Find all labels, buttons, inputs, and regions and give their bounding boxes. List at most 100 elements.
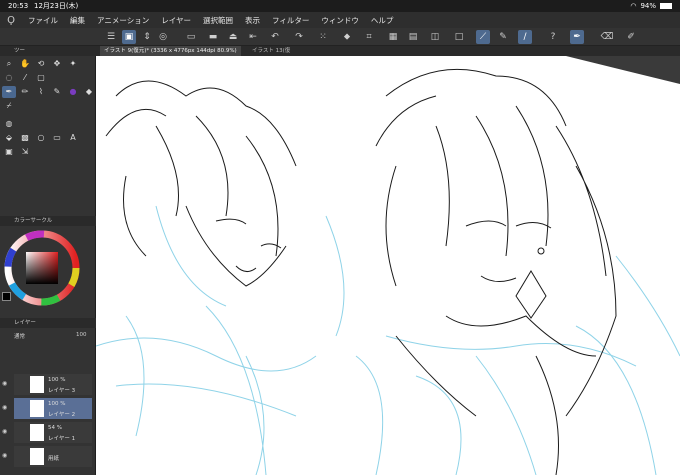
pen-icon[interactable]: ∕: [518, 30, 532, 44]
pen-tool-selected-icon[interactable]: ✒: [2, 86, 16, 98]
main-color-swatch[interactable]: [2, 292, 11, 301]
fill-tool-icon[interactable]: ⬙: [2, 132, 16, 144]
menu-bar: Ϙ ファイル 編集 アニメーション レイヤー 選択範囲 表示 フィルター ウィン…: [0, 12, 680, 28]
tab-other[interactable]: イラスト 13(復: [248, 46, 294, 56]
tab-active[interactable]: イラスト 9(復元)* (3336 x 4776px 144dpi 80.9%): [100, 46, 241, 56]
menu-help[interactable]: ヘルプ: [365, 15, 400, 26]
layer-row-2[interactable]: 100 % レイヤー 2: [14, 398, 92, 419]
wand-icon[interactable]: ⁄: [18, 72, 32, 84]
menu-layer[interactable]: レイヤー: [155, 15, 197, 26]
tool-row-2: ◌ ⁄ ▢: [2, 72, 48, 84]
layer-opacity-text: 100 %: [48, 377, 66, 383]
color-header-label: カラーサークル: [14, 218, 53, 224]
layer-opacity-text: 100 %: [48, 401, 66, 407]
lasso-icon[interactable]: ◌: [2, 72, 16, 84]
eye-icon[interactable]: ◉: [2, 452, 12, 459]
menu-selection[interactable]: 選択範囲: [197, 15, 239, 26]
layer-row-1[interactable]: 54 % レイヤー 1: [14, 422, 92, 443]
select-icon[interactable]: ▢: [34, 72, 48, 84]
save-icon[interactable]: ⏏: [226, 30, 240, 44]
quill-icon[interactable]: ✐: [624, 30, 638, 44]
clock: 20:53: [8, 2, 29, 10]
menu-view[interactable]: 表示: [239, 15, 266, 26]
crop-icon[interactable]: ⌗: [362, 30, 376, 44]
layer-thumb: [30, 424, 44, 441]
layer-header-label: レイヤー: [14, 320, 36, 326]
undo-icon[interactable]: ↶: [268, 30, 282, 44]
status-right: ◠ 94%: [630, 0, 672, 12]
color-dot-icon[interactable]: ●: [66, 86, 80, 98]
help-icon[interactable]: ?: [546, 30, 560, 44]
menu-filter[interactable]: フィルター: [266, 15, 315, 26]
move-icon[interactable]: ✥: [50, 58, 64, 70]
target-icon[interactable]: ◎: [156, 30, 170, 44]
fill-icon[interactable]: ⬥: [340, 30, 354, 44]
grid-icon[interactable]: ▤: [406, 30, 420, 44]
deselect-icon[interactable]: ⁙: [316, 30, 330, 44]
brush-tool-icon[interactable]: ⌇: [34, 86, 48, 98]
status-bar: 20:53 12月23日(木) ◠ 94%: [0, 0, 680, 12]
battery-text: 94%: [640, 2, 656, 10]
layer-row-paper[interactable]: 用紙: [14, 446, 92, 467]
color-panel-header: カラーサークル: [0, 216, 96, 226]
layer-row-3[interactable]: 100 % レイヤー 3: [14, 374, 92, 395]
canvas-paper: [96, 56, 680, 475]
airbrush-icon[interactable]: ✎: [50, 86, 64, 98]
redo-icon[interactable]: ↷: [292, 30, 306, 44]
hand-icon[interactable]: ✋: [18, 58, 32, 70]
chevron-updown-icon[interactable]: ⇕: [140, 30, 154, 44]
object-icon[interactable]: ⇲: [18, 146, 32, 158]
tool-label: ツー: [14, 48, 26, 54]
new-file-icon[interactable]: ▭: [184, 30, 198, 44]
export-icon[interactable]: ⇤: [246, 30, 260, 44]
menu-edit[interactable]: 編集: [64, 15, 91, 26]
layer-opacity[interactable]: 100: [76, 332, 87, 338]
blend-icon[interactable]: ◍: [2, 118, 16, 130]
date: 12月23日(木): [34, 2, 79, 10]
eyedropper-icon[interactable]: ⌿: [2, 100, 16, 112]
eye-icon[interactable]: ◉: [2, 404, 12, 411]
hamburger-icon[interactable]: ☰: [104, 30, 118, 44]
zoom-icon[interactable]: ⌕: [2, 58, 16, 70]
pen-tool-icon[interactable]: ✒: [570, 30, 584, 44]
tone-icon[interactable]: ▦: [386, 30, 400, 44]
layer-name: レイヤー 3: [48, 388, 76, 394]
open-folder-icon[interactable]: ▬: [206, 30, 220, 44]
eye-icon[interactable]: ◉: [2, 380, 12, 387]
drawing-canvas[interactable]: [96, 56, 680, 475]
circle-icon[interactable]: ○: [34, 132, 48, 144]
gradient-icon[interactable]: ▩: [18, 132, 32, 144]
frame-icon[interactable]: ▭: [50, 132, 64, 144]
layer-thumb: [30, 448, 44, 465]
eye-icon[interactable]: ◉: [2, 428, 12, 435]
eraser-tool-icon[interactable]: ◆: [82, 86, 96, 98]
stabilizer-icon[interactable]: ⟋: [476, 30, 490, 44]
ruler-icon[interactable]: ◫: [428, 30, 442, 44]
color-wheel[interactable]: [4, 230, 82, 308]
tool-row-7: ▣ ⇲: [2, 146, 32, 158]
tool-row-4: ⌿: [2, 100, 16, 112]
square-icon[interactable]: □: [452, 30, 466, 44]
sparkle-icon[interactable]: ✦: [66, 58, 80, 70]
tab-strip: イラスト 9(復元)* (3336 x 4776px 144dpi 80.9%)…: [96, 46, 680, 56]
canvas-icon[interactable]: ▣: [122, 30, 136, 44]
balloon-icon[interactable]: ▣: [2, 146, 16, 158]
menu-file[interactable]: ファイル: [22, 15, 64, 26]
brush-icon[interactable]: ✎: [496, 30, 510, 44]
pencil-icon[interactable]: ✏: [18, 86, 32, 98]
left-panel: ツー ⌕ ✋ ⟲ ✥ ✦ ◌ ⁄ ▢ ✒ ✏ ⌇ ✎ ● ◆ ⌿ ◍ ⬙ ▩ ○…: [0, 46, 96, 475]
tool-row-5: ◍: [2, 118, 16, 130]
battery-icon: [660, 3, 672, 9]
menu-window[interactable]: ウィンドウ: [315, 15, 365, 26]
blend-mode[interactable]: 通常: [14, 332, 25, 340]
eraser-icon[interactable]: ⌫: [600, 30, 614, 44]
tool-row-1: ⌕ ✋ ⟲ ✥ ✦: [2, 58, 80, 70]
text-icon[interactable]: A: [66, 132, 80, 144]
layer-thumb: [30, 376, 44, 393]
canvas-area[interactable]: [96, 56, 680, 475]
app-logo-icon[interactable]: Ϙ: [0, 15, 22, 26]
command-bar: ☰ ▣ ⇕ ◎ ▭ ▬ ⏏ ⇤ ↶ ↷ ⁙ ⬥ ⌗ ▦ ▤ ◫ □ ⟋ ✎ ∕ …: [0, 28, 680, 46]
rotate-icon[interactable]: ⟲: [34, 58, 48, 70]
tool-row-3: ✒ ✏ ⌇ ✎ ● ◆: [2, 86, 96, 98]
menu-animation[interactable]: アニメーション: [91, 15, 155, 26]
